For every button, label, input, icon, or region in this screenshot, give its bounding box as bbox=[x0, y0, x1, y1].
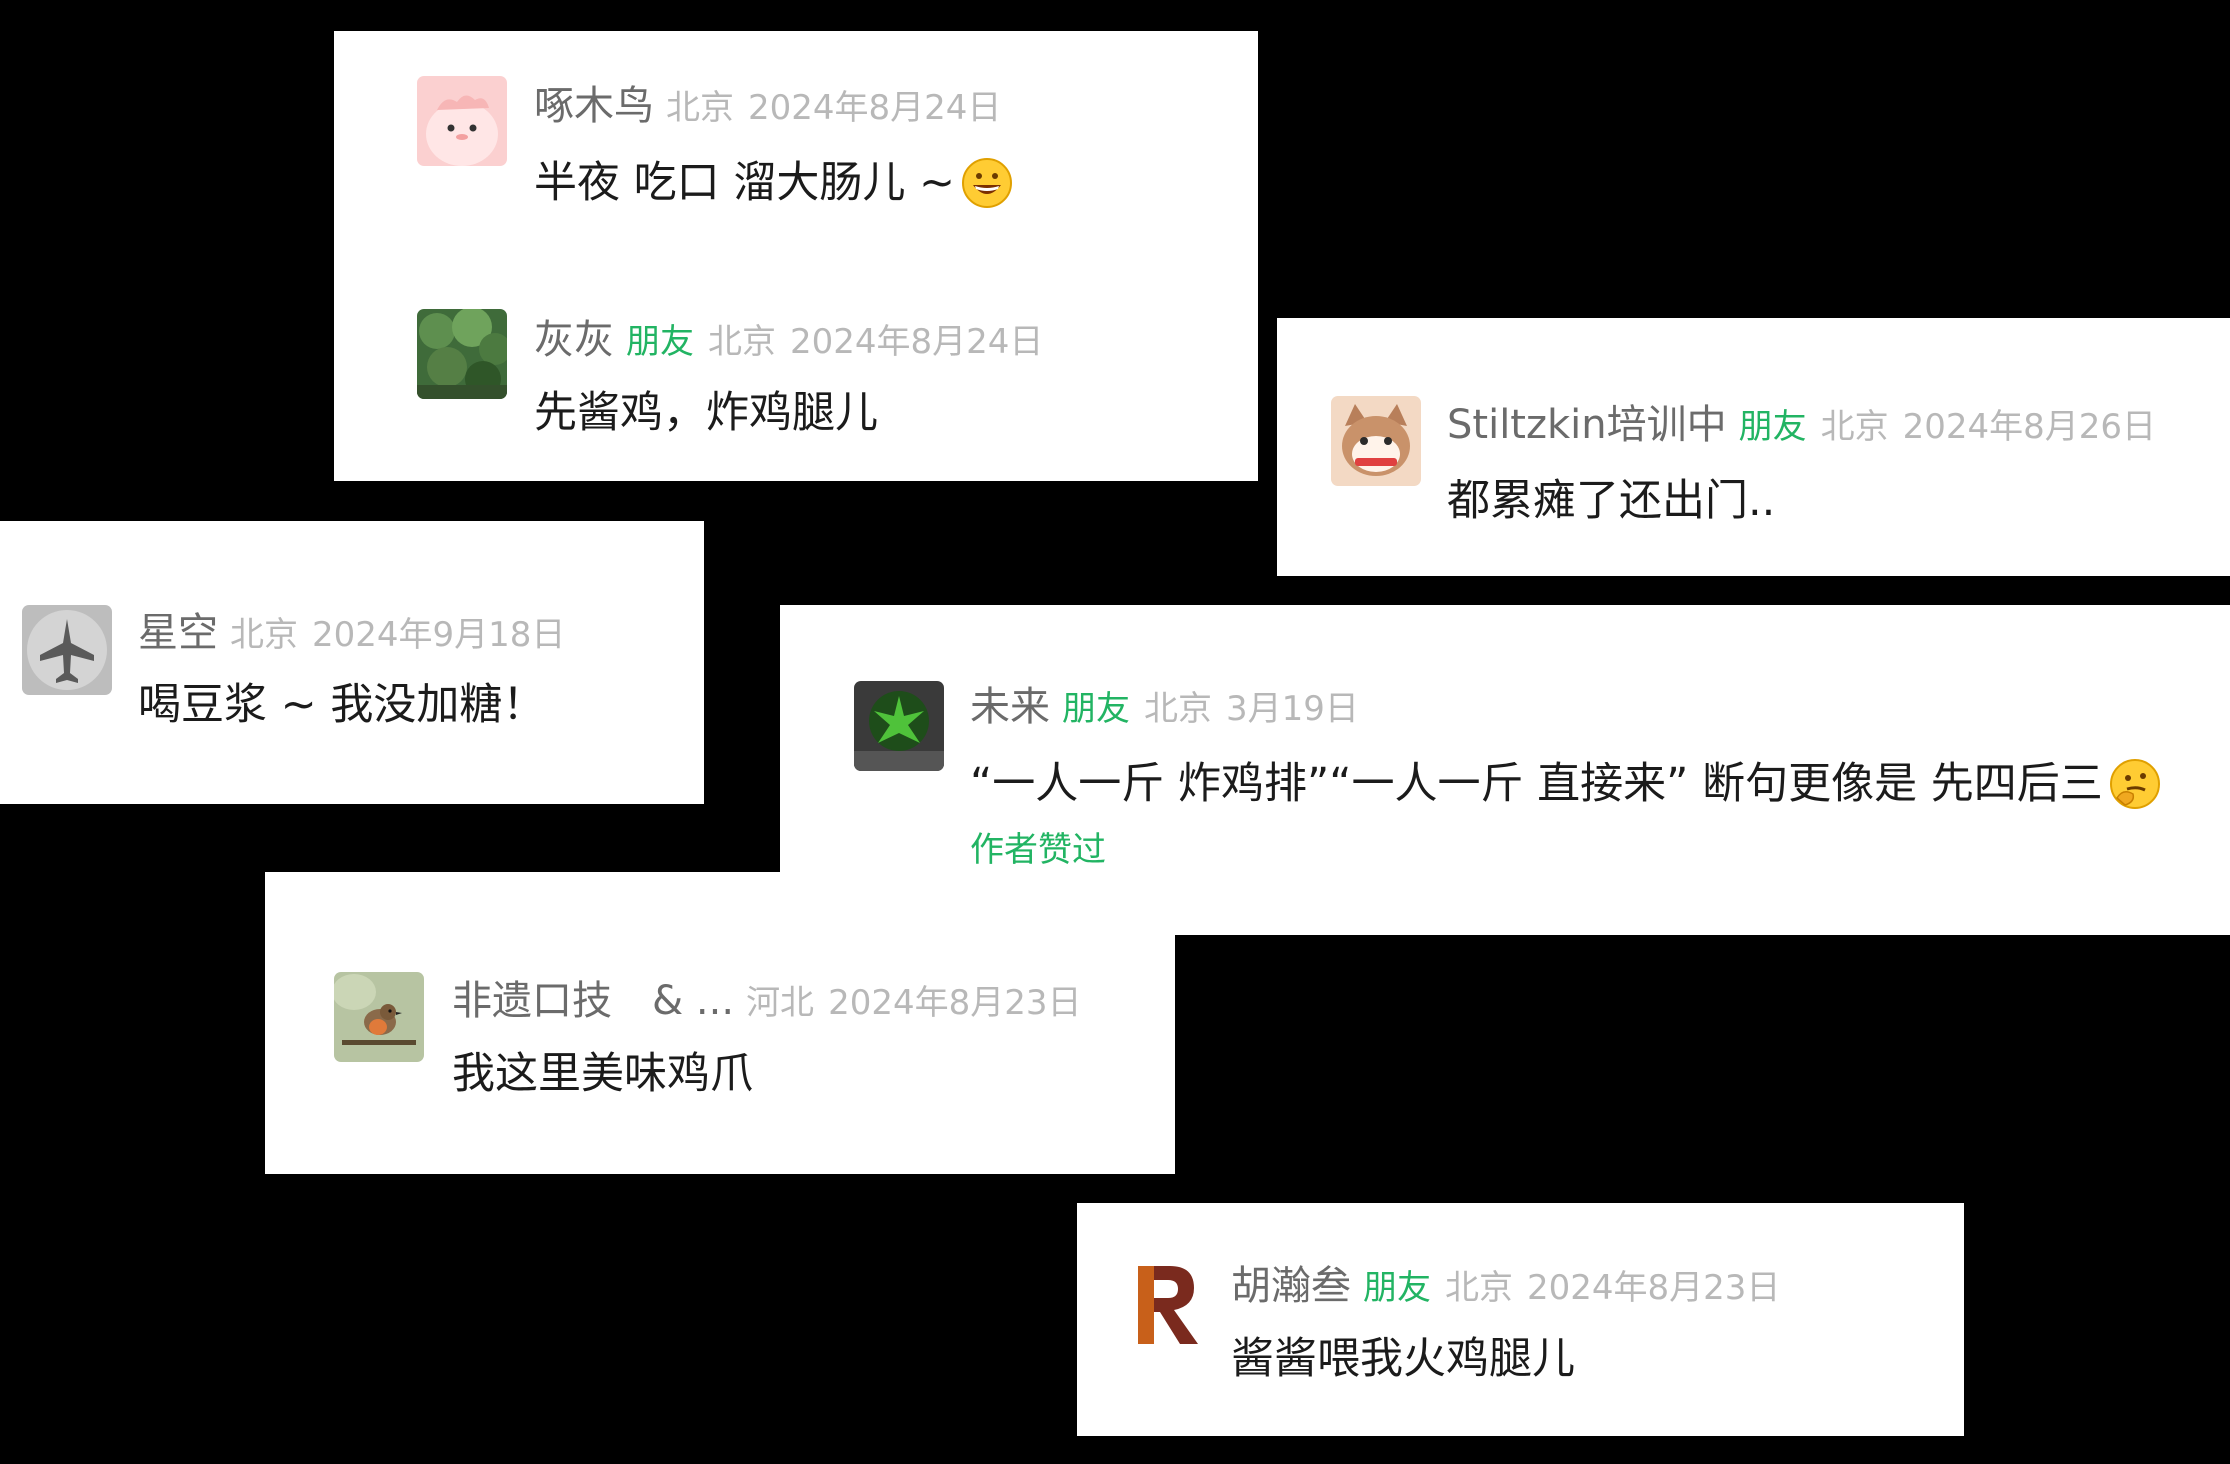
author-liked-label: 作者赞过 bbox=[970, 830, 1106, 870]
commenter-name[interactable]: 灰灰 bbox=[534, 320, 614, 360]
comment-location: 北京 bbox=[1445, 1268, 1513, 1308]
friend-badge: 朋友 bbox=[1062, 689, 1130, 729]
comment-text-content: “一人一斤 炸鸡排”“一人一斤 直接来” 断句更像是 先四后三 bbox=[970, 758, 2103, 809]
comment-text-content: 酱酱喂我火鸡腿儿 bbox=[1231, 1334, 1575, 1384]
avatar[interactable] bbox=[417, 309, 507, 399]
comment-text-content: 我这里美味鸡爪 bbox=[452, 1049, 753, 1099]
comment-card-1: 啄木鸟 北京 2024年8月24日 半夜 吃口 溜大肠儿 ~ 灰灰 朋友 北京 … bbox=[334, 31, 1258, 481]
commenter-name[interactable]: 胡瀚叁 bbox=[1231, 1266, 1351, 1306]
comment-text: 酱酱喂我火鸡腿儿 bbox=[1231, 1338, 1575, 1381]
comment-meta: 非遗口技 & ... 河北 2024年8月23日 bbox=[452, 981, 1082, 1021]
avatar[interactable] bbox=[1331, 396, 1421, 486]
comment-location: 河北 bbox=[746, 983, 815, 1023]
comment-text-content: 喝豆浆 ~ 我没加糖！ bbox=[138, 680, 546, 730]
avatar[interactable] bbox=[417, 76, 507, 166]
friend-badge: 朋友 bbox=[1363, 1268, 1431, 1308]
cat-cartoon-avatar-icon bbox=[1331, 396, 1421, 486]
comment-date: 3月19日 bbox=[1226, 689, 1359, 729]
comment-card-6: 胡瀚叁 朋友 北京 2024年8月23日 酱酱喂我火鸡腿儿 bbox=[1077, 1203, 1964, 1436]
friend-badge: 朋友 bbox=[1738, 407, 1807, 447]
comment-date: 2024年8月23日 bbox=[828, 983, 1082, 1023]
comment-location: 北京 bbox=[666, 88, 734, 128]
comment-meta: 灰灰 朋友 北京 2024年8月24日 bbox=[534, 320, 1043, 360]
bird-avatar-icon bbox=[334, 972, 424, 1062]
comment-meta: Stiltzkin培训中 朋友 北京 2024年8月26日 bbox=[1447, 405, 2156, 445]
comment-date: 2024年8月23日 bbox=[1527, 1268, 1781, 1308]
comment-meta: 胡瀚叁 朋友 北京 2024年8月23日 bbox=[1231, 1266, 1780, 1306]
comment-date: 2024年8月24日 bbox=[790, 322, 1044, 362]
comment-text-content: 都累瘫了还出门.. bbox=[1447, 476, 1776, 526]
comment-date: 2024年8月26日 bbox=[1902, 407, 2157, 447]
comment-text-content: 先酱鸡，炸鸡腿儿 bbox=[534, 388, 878, 438]
comment-text: 都累瘫了还出门.. bbox=[1447, 480, 1775, 523]
comment-text: “一人一斤 炸鸡排”“一人一斤 直接来” 断句更像是 先四后三 bbox=[970, 758, 2161, 810]
comment-card-2: Stiltzkin培训中 朋友 北京 2024年8月26日 都累瘫了还出门.. bbox=[1277, 318, 2230, 576]
comment-text: 我这里美味鸡爪 bbox=[452, 1053, 753, 1096]
commenter-name[interactable]: 未来 bbox=[970, 687, 1050, 727]
comment-date: 2024年9月18日 bbox=[312, 615, 566, 655]
pink-cartoon-avatar-icon bbox=[417, 76, 507, 166]
comment-text-content: 半夜 吃口 溜大肠儿 ~ bbox=[534, 157, 956, 208]
avatar[interactable] bbox=[22, 605, 112, 695]
comment-meta: 未来 朋友 北京 3月19日 bbox=[970, 687, 1359, 727]
avatar[interactable] bbox=[334, 972, 424, 1062]
letter-r-avatar-icon bbox=[1122, 1258, 1212, 1348]
thinking-face-icon bbox=[2109, 758, 2161, 810]
comment-text: 半夜 吃口 溜大肠儿 ~ bbox=[534, 157, 1013, 209]
commenter-name[interactable]: Stiltzkin培训中 bbox=[1447, 405, 1727, 445]
comment-location: 北京 bbox=[708, 322, 776, 362]
grinning-face-icon bbox=[961, 157, 1013, 209]
commenter-name[interactable]: 星空 bbox=[138, 613, 218, 653]
comment-card-3: 星空 北京 2024年9月18日 喝豆浆 ~ 我没加糖！ bbox=[0, 521, 704, 804]
avatar[interactable] bbox=[1122, 1258, 1212, 1348]
avatar[interactable] bbox=[854, 681, 944, 771]
comment-text: 先酱鸡，炸鸡腿儿 bbox=[534, 392, 878, 435]
comment-meta: 啄木鸟 北京 2024年8月24日 bbox=[534, 86, 1001, 126]
comment-location: 北京 bbox=[230, 615, 298, 655]
commenter-name[interactable]: 非遗口技 & ... bbox=[452, 981, 734, 1021]
green-trees-avatar-icon bbox=[417, 309, 507, 399]
comment-meta: 星空 北京 2024年9月18日 bbox=[138, 613, 565, 653]
commenter-name[interactable]: 啄木鸟 bbox=[534, 86, 654, 126]
comment-location: 北京 bbox=[1144, 689, 1212, 729]
comment-location: 北京 bbox=[1820, 407, 1889, 447]
friend-badge: 朋友 bbox=[626, 322, 694, 362]
comment-text: 喝豆浆 ~ 我没加糖！ bbox=[138, 684, 545, 727]
green-plant-avatar-icon bbox=[854, 681, 944, 771]
airplane-avatar-icon bbox=[22, 605, 112, 695]
comment-date: 2024年8月24日 bbox=[748, 88, 1002, 128]
comment-card-5: 非遗口技 & ... 河北 2024年8月23日 我这里美味鸡爪 bbox=[265, 872, 1175, 1174]
